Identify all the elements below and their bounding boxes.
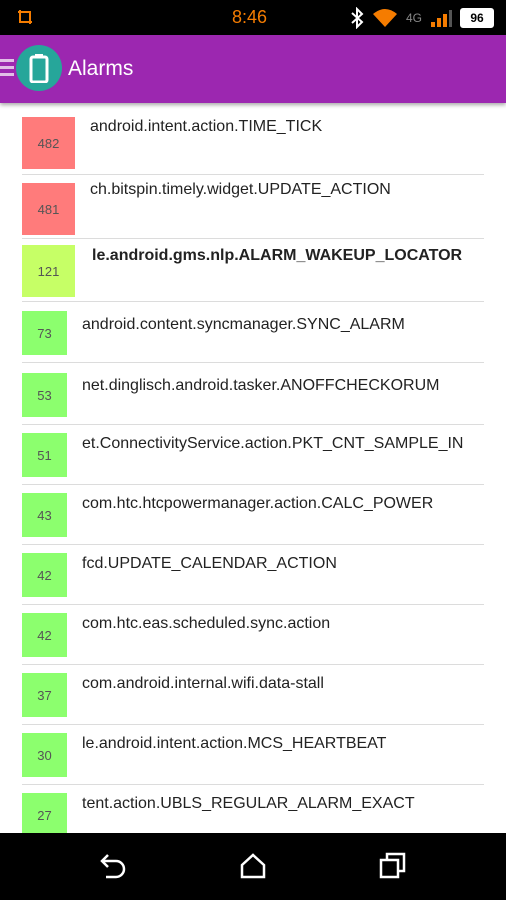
status-bar: 8:46 4G 96 <box>0 0 506 35</box>
list-item[interactable]: 43 com.htc.htcpowermanager.action.CALC_PO… <box>22 485 484 545</box>
list-item[interactable]: 73 android.content.syncmanager.SYNC_ALARM <box>22 303 484 363</box>
screenshot-icon <box>18 10 32 24</box>
alarm-count-badge: 482 <box>22 117 75 169</box>
list-item[interactable]: 481 ch.bitspin.timely.widget.UPDATE_ACTIO… <box>22 179 484 239</box>
alarm-name: tent.action.UBLS_REGULAR_ALARM_EXACT <box>82 795 415 812</box>
status-icons: 4G 96 <box>350 6 494 30</box>
bluetooth-icon <box>351 7 364 29</box>
alarm-name: le.android.gms.nlp.ALARM_WAKEUP_LOCATOR <box>92 247 463 264</box>
alarm-name: net.dinglisch.android.tasker.ANOFFCHECKO… <box>82 377 440 394</box>
app-bar: Alarms <box>0 35 506 103</box>
alarm-count-badge: 43 <box>22 493 67 537</box>
alarm-count-badge: 73 <box>22 311 67 355</box>
alarm-count-badge: 53 <box>22 373 67 417</box>
list-item[interactable]: 37 com.android.internal.wifi.data-stall <box>22 665 484 725</box>
wifi-icon <box>372 9 397 27</box>
list-item[interactable]: 51 et.ConnectivityService.action.PKT_CNT_… <box>22 425 484 485</box>
alarm-count-badge: 51 <box>22 433 67 477</box>
alarm-count-badge: 30 <box>22 733 67 777</box>
alarm-count-badge: 27 <box>22 793 67 833</box>
alarm-name: le.android.intent.action.MCS_HEARTBEAT <box>82 735 387 752</box>
alarm-count-badge: 481 <box>22 183 75 235</box>
alarm-name: android.content.syncmanager.SYNC_ALARM <box>82 316 405 333</box>
alarm-list[interactable]: 482 android.intent.action.TIME_TICK 481 ch.… <box>0 103 506 833</box>
list-item[interactable]: 53 net.dinglisch.android.tasker.ANOFFCHEC… <box>22 365 484 425</box>
list-item[interactable]: 42 com.htc.eas.scheduled.sync.action <box>22 605 484 665</box>
battery-app-icon[interactable] <box>16 45 62 91</box>
list-item[interactable]: 42 fcd.UPDATE_CALENDAR_ACTION <box>22 545 484 605</box>
alarm-count-badge: 37 <box>22 673 67 717</box>
alarm-name: et.ConnectivityService.action.PKT_CNT_SA… <box>82 435 464 452</box>
alarm-name: com.htc.htcpowermanager.action.CALC_POWE… <box>82 495 434 512</box>
page-title: Alarms <box>68 57 134 80</box>
alarm-count-badge: 42 <box>22 613 67 657</box>
network-type: 4G <box>405 11 422 25</box>
alarm-name: ch.bitspin.timely.widget.UPDATE_ACTION <box>90 181 391 198</box>
alarm-name: com.htc.eas.scheduled.sync.action <box>82 615 331 632</box>
alarm-count-badge: 121 <box>22 245 75 297</box>
signal-icon <box>431 10 452 27</box>
menu-icon[interactable] <box>0 59 14 79</box>
alarm-name: android.intent.action.TIME_TICK <box>90 118 323 135</box>
alarm-count-badge: 42 <box>22 553 67 597</box>
alarm-name: fcd.UPDATE_CALENDAR_ACTION <box>82 555 337 572</box>
recents-icon[interactable] <box>378 851 408 881</box>
status-time: 8:46 <box>232 7 268 27</box>
list-item[interactable]: 121 le.android.gms.nlp.ALARM_WAKEUP_LOCAT… <box>22 240 484 302</box>
list-item[interactable]: 30 le.android.intent.action.MCS_HEARTBEAT <box>22 725 484 785</box>
navigation-bar <box>0 833 506 900</box>
battery-icon: 96 <box>460 8 494 28</box>
list-item[interactable]: 482 android.intent.action.TIME_TICK <box>22 110 484 175</box>
alarm-name: com.android.internal.wifi.data-stall <box>82 675 324 692</box>
back-icon[interactable] <box>98 851 128 881</box>
list-item[interactable]: 27 tent.action.UBLS_REGULAR_ALARM_EXACT <box>22 785 484 833</box>
home-icon[interactable] <box>238 851 268 881</box>
